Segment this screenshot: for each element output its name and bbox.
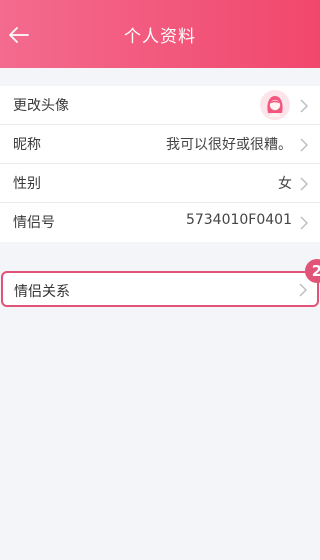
couple-relation-label: 情侣关系: [14, 284, 70, 300]
chevron-right-icon: [299, 283, 307, 297]
avatar: [260, 90, 290, 120]
couple-id-label: 情侣号: [13, 215, 55, 231]
couple-id-row[interactable]: 情侣号 5734010F0401: [0, 203, 320, 242]
chevron-right-icon: [300, 99, 308, 113]
nickname-row[interactable]: 昵称 我可以很好或很糟。: [0, 125, 320, 164]
chevron-right-icon: [300, 177, 308, 191]
gender-value: 女: [278, 176, 292, 192]
page-title: 个人资料: [124, 27, 196, 47]
avatar-row-label: 更改头像: [13, 98, 69, 114]
nickname-value: 我可以很好或很糟。: [166, 137, 292, 153]
chevron-right-icon: [300, 216, 308, 230]
nickname-label: 昵称: [13, 137, 41, 153]
avatar-row[interactable]: 更改头像: [0, 86, 320, 125]
chevron-right-icon: [300, 138, 308, 152]
top-bar: 个人资料: [0, 0, 320, 68]
gender-row[interactable]: 性别 女: [0, 164, 320, 203]
couple-relation-row[interactable]: 情侣关系: [1, 271, 319, 307]
couple-id-value: 5734010F0401: [185, 212, 292, 228]
gender-label: 性别: [13, 176, 41, 192]
profile-card: 更改头像 昵称 我可以很好或很糟。 性别 女 情侣号 5734010F0401: [0, 86, 320, 242]
